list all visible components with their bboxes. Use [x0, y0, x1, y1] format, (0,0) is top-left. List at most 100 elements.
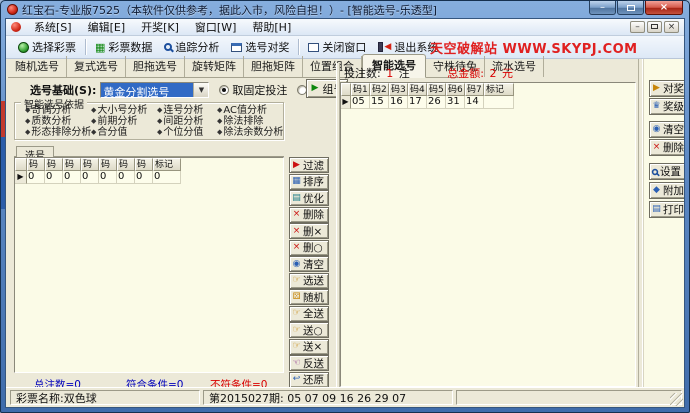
data-grid-icon: ▦: [95, 42, 105, 53]
menu-edit[interactable]: 编辑[E]: [80, 18, 134, 36]
col-header: 标记: [484, 83, 514, 96]
print-icon: ▤: [651, 205, 662, 214]
bet-count-value: 1: [384, 67, 395, 80]
table-header-row: 码1 码2 码3 码4 码5 码6 码7 标记: [15, 158, 283, 171]
titlebar[interactable]: 红宝石-专业版7525（本软件仅供参考，据此入市，风险自担！）- [智能选号-乐…: [1, 1, 689, 18]
restore-button[interactable]: ↩还原: [289, 372, 329, 388]
tab-multiple-pick[interactable]: 复式选号: [67, 56, 126, 77]
menu-draw[interactable]: 开奖[K]: [133, 18, 187, 36]
settings-button[interactable]: 设置: [649, 163, 685, 180]
tab-rotation-matrix[interactable]: 旋转矩阵: [185, 56, 244, 77]
sort-button[interactable]: ▦排序: [289, 174, 329, 190]
button-label: 送×: [303, 339, 322, 354]
button-label: 反送: [303, 356, 324, 371]
analysis-gap[interactable]: ◆间距分析: [157, 116, 217, 127]
button-label: 清空: [663, 122, 684, 137]
bet-list[interactable]: 码1 码2 码3 码4 码5 码6 码7 标记 ▶ 05 15 16: [340, 82, 636, 387]
delete-x-icon: ×: [291, 227, 302, 236]
mdi-minimize-button[interactable]: –: [630, 21, 645, 33]
analysis-sum-split[interactable]: ◆合分值: [91, 127, 157, 138]
random-button[interactable]: ⚄随机: [289, 289, 329, 305]
attach-button[interactable]: ◆附加: [649, 182, 685, 199]
action-column: ▶对奖 ♛奖级 ◉清空 ×删除 设置 ◆附加 ▤打印: [643, 59, 684, 387]
send-selected-button[interactable]: ☞选送: [289, 273, 329, 289]
random-icon: ⚄: [291, 293, 302, 302]
status-draw-info: 第2015027期: 05 07 09 16 26 29 07: [203, 390, 453, 405]
check-prize-button[interactable]: ▶对奖: [649, 80, 685, 97]
chevron-down-icon[interactable]: ▼: [193, 83, 208, 97]
restore-icon: [651, 24, 658, 29]
tab-dantuo-matrix[interactable]: 胆拖矩阵: [244, 56, 303, 77]
button-label: 优化: [303, 191, 324, 206]
pick-basis-dropdown[interactable]: 黄金分割选号 ▼: [100, 82, 209, 98]
analysis-previous[interactable]: ◆前期分析: [91, 116, 157, 127]
bet-amount-value: 2: [487, 67, 498, 80]
analysis-consecutive[interactable]: ◆连号分析: [157, 105, 217, 116]
track-analysis-button[interactable]: 追踪分析: [158, 37, 225, 57]
analysis-ac-value[interactable]: ◆AC值分析: [217, 105, 289, 116]
reverse-send-button[interactable]: ☜反送: [289, 355, 329, 371]
status-lottery-name: 彩票名称:双色球: [10, 390, 200, 405]
bet-table: 码1 码2 码3 码4 码5 码6 码7 标记 ▶ 05 15 16: [341, 83, 635, 109]
analysis-label: 大小号分析: [97, 105, 147, 116]
delete-button[interactable]: ×删除: [649, 139, 685, 156]
delete-button[interactable]: ×删除: [289, 207, 329, 223]
diamond-bullet-icon: ◆: [217, 127, 222, 138]
button-label: 选号对奖: [245, 39, 289, 55]
menu-system[interactable]: 系统[S]: [26, 18, 80, 36]
crack-site-banner: 天空破解站 WWW.SKYPJ.COM: [430, 38, 660, 57]
analysis-label: 间距分析: [163, 116, 203, 127]
analysis-units-digit[interactable]: ◆个位分值: [157, 127, 217, 138]
frame-accent: [1, 101, 5, 137]
cell: 17: [408, 96, 427, 109]
prize-level-button[interactable]: ♛奖级: [649, 98, 685, 115]
col-header: 码4: [408, 83, 427, 96]
optimize-button[interactable]: ▤优化: [289, 190, 329, 206]
clear-button[interactable]: ◉清空: [649, 121, 685, 138]
mdi-close-button[interactable]: ×: [664, 21, 679, 33]
analysis-label: 质数分析: [31, 116, 71, 127]
tab-dantuo-pick[interactable]: 胆拖选号: [126, 56, 185, 77]
table-row[interactable]: ▶ 0 0 0 0 0 0 0 0: [15, 171, 283, 184]
analysis-label: 除法排除: [223, 116, 263, 127]
analysis-label: 连号分析: [163, 105, 203, 116]
analysis-big-small[interactable]: ◆大小号分析: [91, 105, 157, 116]
filter-button[interactable]: ▶过滤: [289, 157, 329, 173]
check-prize-button[interactable]: 选号对奖: [225, 37, 295, 57]
analysis-label: 合分值: [97, 127, 127, 138]
delete-x-button[interactable]: ×删×: [289, 223, 329, 239]
tab-random-pick[interactable]: 随机选号: [8, 56, 67, 77]
analysis-remainder[interactable]: ◆除法余数分析: [217, 127, 289, 138]
diamond-bullet-icon: ◆: [25, 105, 30, 116]
send-x-button[interactable]: ☞送×: [289, 339, 329, 355]
analysis-division-exclude[interactable]: ◆除法排除: [217, 116, 289, 127]
analysis-label: 个位分值: [163, 127, 203, 138]
maximize-button[interactable]: [617, 1, 644, 15]
analysis-prime[interactable]: ◆质数分析: [25, 116, 91, 127]
minimize-button[interactable]: –: [589, 1, 616, 15]
print-button[interactable]: ▤打印: [649, 201, 685, 218]
delete-o-button[interactable]: ×删○: [289, 240, 329, 256]
clear-button[interactable]: ◉清空: [289, 256, 329, 272]
fixed-bet-radio[interactable]: 取固定投注: [219, 82, 287, 98]
frame-accent: [1, 137, 5, 209]
button-label: 排序: [303, 174, 324, 189]
mdi-restore-button[interactable]: [647, 21, 662, 33]
analysis-odd-even[interactable]: ◆奇偶分析: [25, 105, 91, 116]
pick-subtab-row: 选号: [14, 144, 284, 157]
exit-door-icon: ◀: [378, 42, 391, 52]
resize-grip[interactable]: [670, 393, 683, 406]
select-lottery-button[interactable]: 选择彩票: [12, 37, 82, 57]
close-button[interactable]: ×: [645, 1, 683, 15]
lottery-data-button[interactable]: ▦ 彩票数据: [89, 37, 158, 57]
col-header: 码1: [27, 158, 45, 171]
settings-icon: [652, 168, 658, 174]
pick-number-list[interactable]: 码1 码2 码3 码4 码5 码6 码7 标记 ▶ 0 0 0 0: [14, 157, 284, 373]
analysis-pattern-exclude[interactable]: ◆形态排除分析: [25, 127, 91, 138]
send-all-button[interactable]: ☞全送: [289, 306, 329, 322]
send-o-button[interactable]: ☞送○: [289, 322, 329, 338]
table-header-row: 码1 码2 码3 码4 码5 码6 码7 标记: [341, 83, 635, 96]
menu-window[interactable]: 窗口[W]: [187, 18, 244, 36]
menu-help[interactable]: 帮助[H]: [244, 18, 299, 36]
table-row[interactable]: ▶ 05 15 16 17 26 31 14: [341, 96, 635, 109]
